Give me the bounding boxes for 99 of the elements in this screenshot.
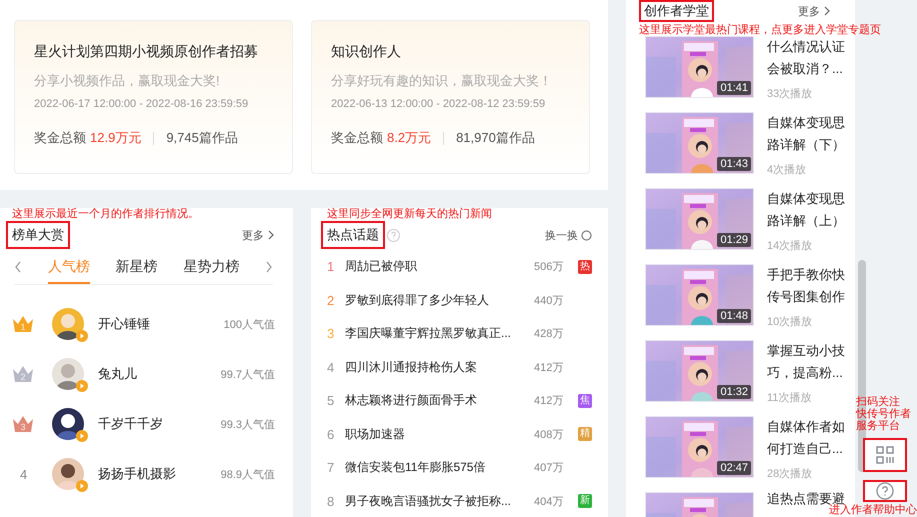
video-duration: 01:43: [717, 157, 751, 171]
play-count: 11次播放: [767, 391, 812, 405]
rank-number: 6: [327, 426, 336, 442]
verified-badge-icon: [76, 480, 88, 492]
prize-label: 奖金总额: [331, 129, 383, 147]
annotation-note: 这里展示学堂最热门课程，点更多进入学堂专题页: [639, 24, 881, 36]
course-title[interactable]: 追热点需要避: [767, 492, 851, 505]
chevron-right-icon: [823, 6, 831, 16]
rank-number: 4: [20, 466, 28, 482]
works-count: 81,970篇作品: [456, 129, 535, 147]
works-count: 9,745篇作品: [166, 129, 238, 147]
ranking-title: 榜单大赏: [6, 221, 70, 249]
author-name[interactable]: 兔丸儿: [98, 365, 137, 383]
course-title[interactable]: 掌握互动小技巧，提高粉...: [767, 340, 851, 384]
play-count: 28次播放: [767, 467, 814, 481]
topic-tag: 热: [578, 260, 592, 274]
prize-label: 奖金总额: [34, 129, 86, 147]
prize-amount: 12.9万元: [90, 129, 142, 147]
rank-number: 2: [327, 292, 336, 308]
annotation-note: 这里同步全网更新每天的热门新闻: [327, 208, 493, 220]
topic-heat: 408万: [534, 428, 564, 442]
course-title[interactable]: 手把手教你快传号图集创作: [767, 264, 851, 308]
ranking-tab[interactable]: 新星榜: [116, 250, 158, 284]
campaign-subtitle: 分享小视频作品，赢取现金大奖!: [34, 72, 221, 90]
rank-number: 7: [327, 460, 336, 476]
course-title[interactable]: 自媒体作者如何打造自己...: [767, 416, 851, 460]
ranking-tab[interactable]: 星势力榜: [183, 250, 240, 284]
rank-number: 8: [327, 494, 336, 509]
more-link[interactable]: 更多: [798, 4, 831, 18]
annotation-note: 扫码关注 快传号作者 服务平台: [856, 396, 911, 432]
topic-tag: 精: [578, 427, 592, 442]
topic-tag: 新: [578, 494, 592, 508]
topic-heat: 412万: [534, 360, 564, 375]
topic-title[interactable]: 林志颖将进行颜面骨手术: [345, 392, 534, 410]
topic-title[interactable]: 微信安装包11年膨胀575倍: [345, 459, 534, 476]
popularity-value: 98.9人气值: [220, 468, 275, 482]
topic-title[interactable]: 李国庆曝董宇辉拉黑罗敏真正...: [345, 325, 534, 342]
prize-amount: 8.2万元: [387, 129, 432, 147]
help-icon: [876, 482, 894, 500]
topic-heat: 506万: [534, 260, 564, 274]
annotation-note: 进入作者帮助中心: [829, 505, 917, 516]
rank-number: 5: [327, 393, 336, 408]
hot-topics-title: 热点话题: [321, 221, 385, 249]
topic-tag: 焦: [578, 394, 592, 408]
campaign-card[interactable]: 知识创作人 分享好玩有趣的知识，赢取现金大奖！ 2022-06-13 12:00:00 - 2022-08-12 23:59:59 奖金总额 8.2万元 81,970篇作品: [311, 20, 590, 174]
academy-title: 创作者学堂: [639, 0, 714, 22]
chevron-right-icon[interactable]: [265, 261, 273, 273]
crown-icon: 2: [12, 365, 34, 383]
rank-number: 1: [327, 259, 336, 274]
campaign-period: 2022-06-17 12:00:00 - 2022-08-16 23:59:59: [34, 98, 250, 110]
chevron-left-icon[interactable]: [14, 261, 22, 273]
play-count: 14次播放: [767, 239, 814, 253]
rank-number: 3: [327, 326, 336, 342]
popularity-value: 100人气值: [224, 318, 275, 332]
campaign-card[interactable]: 星火计划第四期小视频原创作者招募 分享小视频作品，赢取现金大奖! 2022-06-17 12:00:00 - 2022-08-16 23:59:59 奖金总额 12.9万元 9,745篇作品: [14, 20, 293, 174]
topic-heat: 407万: [534, 461, 564, 476]
verified-badge-icon: [76, 380, 88, 392]
refresh-icon: [581, 230, 592, 240]
more-link[interactable]: 更多: [242, 228, 275, 242]
campaign-period: 2022-06-13 12:00:00 - 2022-08-12 23:59:59: [331, 98, 546, 110]
qr-code-button[interactable]: [863, 438, 907, 472]
verified-badge-icon: [76, 430, 88, 442]
crown-icon: 1: [12, 315, 34, 333]
rank-number: 4: [327, 360, 336, 375]
video-duration: 01:32: [717, 385, 751, 399]
topic-title[interactable]: 周劼已被停职: [345, 258, 534, 276]
play-count: 10次播放: [767, 315, 814, 329]
popularity-value: 99.3人气值: [220, 418, 275, 432]
crown-icon: 3: [12, 415, 34, 433]
author-name[interactable]: 开心锤锤: [98, 315, 150, 333]
course-title[interactable]: 什么情况认证会被取消？...: [767, 36, 851, 80]
topic-title[interactable]: 职场加速器: [345, 426, 534, 443]
video-duration: 02:47: [717, 461, 751, 475]
chevron-right-icon: [267, 230, 275, 240]
video-duration: 01:41: [717, 81, 751, 95]
play-count: 33次播放: [767, 87, 814, 101]
topic-title[interactable]: 四川沐川通报持枪伤人案: [345, 358, 534, 376]
topic-heat: 404万: [534, 494, 564, 509]
refresh-link[interactable]: 换一换: [545, 228, 592, 242]
popularity-value: 99.7人气值: [220, 368, 275, 382]
video-duration: 01:48: [717, 309, 751, 323]
play-count: 4次播放: [767, 163, 808, 177]
course-title[interactable]: 自媒体变现思路详解（上）: [767, 188, 851, 232]
campaign-title: 知识创作人: [331, 43, 402, 61]
topic-heat: 428万: [534, 327, 564, 342]
topic-title[interactable]: 男子夜晚言语骚扰女子被拒称...: [345, 492, 534, 510]
qr-code-icon: [876, 446, 894, 464]
topic-title[interactable]: 罗敏到底得罪了多少年轻人: [345, 292, 534, 309]
author-name[interactable]: 千岁千千岁: [98, 415, 163, 433]
video-duration: 01:29: [717, 233, 751, 247]
topic-heat: 412万: [534, 394, 564, 408]
verified-badge-icon: [76, 330, 88, 342]
campaign-title: 星火计划第四期小视频原创作者招募: [34, 43, 259, 61]
author-name[interactable]: 扬扬手机摄影: [98, 465, 176, 483]
course-title[interactable]: 自媒体变现思路详解（下）: [767, 112, 851, 156]
annotation-note: 这里展示最近一个月的作者排行情况。: [12, 208, 200, 220]
help-button[interactable]: [863, 480, 907, 502]
topic-heat: 440万: [534, 294, 564, 308]
campaign-subtitle: 分享好玩有趣的知识，赢取现金大奖！: [331, 72, 553, 90]
